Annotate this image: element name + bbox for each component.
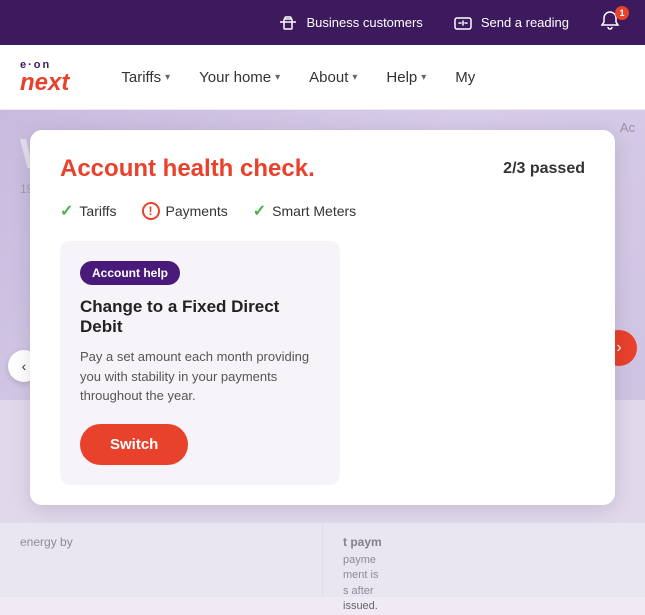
nav-label-about: About — [309, 69, 348, 86]
account-help-badge: Account help — [80, 261, 180, 285]
check-tariffs: ✓ Tariffs — [60, 201, 117, 221]
check-payments: ! Payments — [142, 202, 228, 220]
nav-label-my: My — [455, 69, 475, 86]
modal-header: Account health check. 2/3 passed — [60, 155, 585, 183]
modal-checks: ✓ Tariffs ! Payments ✓ Smart Meters — [60, 201, 585, 221]
modal-score: 2/3 passed — [503, 160, 585, 178]
nav-item-my[interactable]: My — [443, 61, 487, 94]
inner-card: Account help Change to a Fixed Direct De… — [60, 241, 340, 485]
send-reading-label: Send a reading — [481, 15, 569, 30]
nav-label-tariffs: Tariffs — [121, 69, 161, 86]
notification-bell[interactable]: 1 — [599, 10, 625, 36]
business-customers-label: Business customers — [306, 15, 422, 30]
chevron-right-icon: › — [616, 339, 621, 357]
business-customers-link[interactable]: Business customers — [278, 13, 422, 33]
nav-item-about[interactable]: About ▾ — [297, 61, 369, 94]
check-tariffs-label: Tariffs — [79, 203, 116, 219]
nav-items: Tariffs ▾ Your home ▾ About ▾ Help ▾ My — [109, 61, 487, 94]
chevron-down-icon: ▾ — [421, 72, 426, 83]
chevron-down-icon: ▾ — [275, 72, 280, 83]
nav-item-help[interactable]: Help ▾ — [374, 61, 438, 94]
switch-button[interactable]: Switch — [80, 424, 188, 465]
meter-icon — [453, 13, 473, 33]
check-smart-meters: ✓ Smart Meters — [253, 201, 356, 221]
utility-bar: Business customers Send a reading 1 — [0, 0, 645, 45]
nav-bar: e·on next Tariffs ▾ Your home ▾ About ▾ … — [0, 45, 645, 110]
modal-title: Account health check. — [60, 155, 315, 183]
chevron-down-icon: ▾ — [165, 72, 170, 83]
logo-next: next — [20, 71, 69, 95]
check-pass-icon: ✓ — [60, 201, 73, 221]
chevron-left-icon: ‹ — [22, 358, 27, 374]
logo[interactable]: e·on next — [20, 59, 69, 95]
chevron-down-icon: ▾ — [352, 72, 357, 83]
briefcase-icon — [278, 13, 298, 33]
check-smart-meters-label: Smart Meters — [272, 203, 356, 219]
nav-item-tariffs[interactable]: Tariffs ▾ — [109, 61, 182, 94]
nav-label-help: Help — [386, 69, 417, 86]
notification-count: 1 — [615, 6, 629, 20]
modal-card: Account health check. 2/3 passed ✓ Tarif… — [30, 130, 615, 505]
inner-card-desc: Pay a set amount each month providing yo… — [80, 347, 320, 406]
check-warn-icon: ! — [142, 202, 160, 220]
inner-card-title: Change to a Fixed Direct Debit — [80, 297, 320, 337]
check-payments-label: Payments — [166, 203, 228, 219]
nav-item-your-home[interactable]: Your home ▾ — [187, 61, 292, 94]
nav-label-your-home: Your home — [199, 69, 271, 86]
check-pass-icon-2: ✓ — [253, 201, 266, 221]
send-reading-link[interactable]: Send a reading — [453, 13, 569, 33]
